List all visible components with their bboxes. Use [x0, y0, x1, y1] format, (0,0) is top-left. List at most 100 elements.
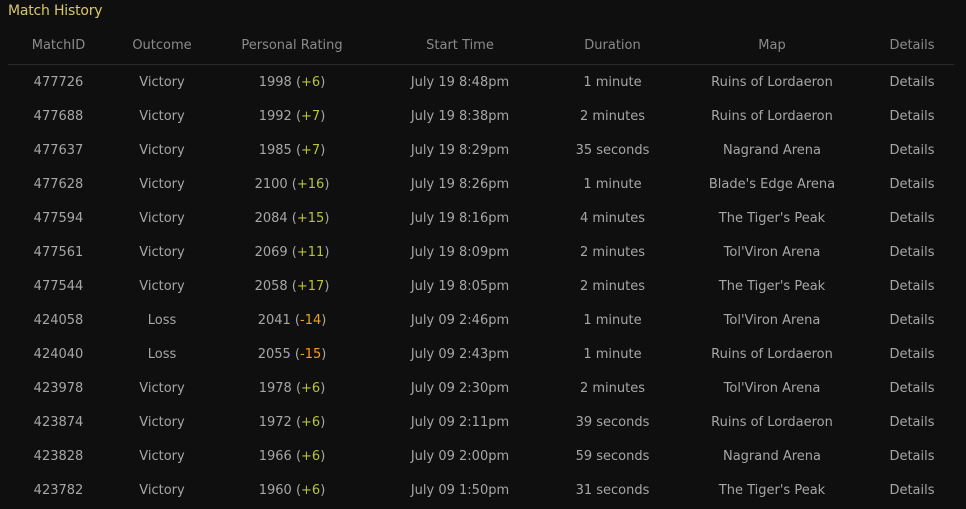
rating-value: 1992	[258, 108, 292, 124]
rating-change: +7	[301, 142, 321, 158]
column-header-outcome[interactable]: Outcome	[109, 38, 215, 53]
details-link[interactable]: Details	[870, 347, 954, 362]
rating-cell: 1978 (+6)	[258, 380, 326, 396]
duration-cell: 1 minute	[583, 176, 642, 192]
details-link[interactable]: Details	[870, 245, 954, 260]
column-header-map[interactable]: Map	[674, 38, 870, 53]
rating-change: +17	[296, 278, 325, 294]
rating-change: +6	[301, 482, 321, 498]
start-time-cell: July 09 2:43pm	[410, 346, 510, 362]
match-id-cell: 423828	[33, 448, 84, 464]
table-row: 477637 Victory 1985 (+7) July 19 8:29pm 35 s…	[8, 133, 954, 167]
column-header-details: Details	[889, 38, 935, 53]
column-header-duration[interactable]: Duration	[551, 38, 674, 53]
rating-value: 2058	[254, 278, 288, 294]
match-id-cell: 477594	[33, 210, 84, 226]
rating-change: -15	[300, 346, 322, 362]
duration-cell: 1 minute	[583, 312, 642, 328]
outcome-cell: Victory	[139, 448, 185, 464]
map-cell: Ruins of Lordaeron	[711, 414, 833, 430]
table-row: 424040 Loss 2055 (-15) July 09 2:43pm 1 minu…	[8, 337, 954, 371]
details-link[interactable]: Details	[870, 279, 954, 294]
table-row: 423978 Victory 1978 (+6) July 09 2:30pm 2 mi…	[8, 371, 954, 405]
rating-change: +6	[301, 414, 321, 430]
details-link[interactable]: Details	[870, 109, 954, 124]
column-header-rating[interactable]: Personal Rating	[215, 38, 369, 53]
match-id-cell: 477544	[33, 278, 84, 294]
table-row: 477688 Victory 1992 (+7) July 19 8:38pm 2 mi…	[8, 99, 954, 133]
map-cell: The Tiger's Peak	[718, 482, 826, 498]
outcome-cell: Victory	[139, 142, 185, 158]
rating-value: 2041	[257, 312, 291, 328]
match-id-cell: 424058	[33, 312, 84, 328]
start-time-cell: July 19 8:09pm	[410, 244, 510, 260]
rating-cell: 1966 (+6)	[258, 448, 326, 464]
match-id-cell: 424040	[33, 346, 84, 362]
start-time-cell: July 19 8:48pm	[410, 74, 510, 90]
rating-cell: 2058 (+17)	[254, 278, 330, 294]
outcome-cell: Victory	[139, 176, 185, 192]
duration-cell: 2 minutes	[579, 244, 646, 260]
rating-value: 2084	[254, 210, 288, 226]
start-time-cell: July 19 8:05pm	[410, 278, 510, 294]
start-time-cell: July 09 1:50pm	[410, 482, 510, 498]
map-cell: The Tiger's Peak	[718, 210, 826, 226]
rating-cell: 2041 (-14)	[257, 312, 327, 328]
duration-cell: 2 minutes	[579, 278, 646, 294]
rating-cell: 1960 (+6)	[258, 482, 326, 498]
rating-cell: 2084 (+15)	[254, 210, 330, 226]
details-link[interactable]: Details	[870, 211, 954, 226]
duration-cell: 59 seconds	[575, 448, 650, 464]
table-body: 477726 Victory 1998 (+6) July 19 8:48pm 1 mi…	[8, 65, 954, 507]
start-time-cell: July 09 2:30pm	[410, 380, 510, 396]
rating-change: -14	[300, 312, 322, 328]
details-link[interactable]: Details	[870, 381, 954, 396]
page-title: Match History	[8, 3, 103, 19]
details-link[interactable]: Details	[870, 143, 954, 158]
outcome-cell: Victory	[139, 414, 185, 430]
duration-cell: 4 minutes	[579, 210, 646, 226]
rating-change: +6	[301, 74, 321, 90]
details-link[interactable]: Details	[870, 415, 954, 430]
table-header: MatchID Outcome Personal Rating Start Ti…	[8, 27, 954, 65]
rating-value: 1972	[258, 414, 292, 430]
match-id-cell: 477688	[33, 108, 84, 124]
map-cell: Tol'Viron Arena	[723, 380, 821, 396]
outcome-cell: Victory	[139, 244, 185, 260]
map-cell: Ruins of Lordaeron	[711, 74, 833, 90]
rating-change: +11	[296, 244, 325, 260]
map-cell: The Tiger's Peak	[718, 278, 826, 294]
duration-cell: 2 minutes	[579, 380, 646, 396]
rating-cell: 2069 (+11)	[254, 244, 330, 260]
details-link[interactable]: Details	[870, 483, 954, 498]
map-cell: Tol'Viron Arena	[723, 244, 821, 260]
column-header-start-time[interactable]: Start Time	[369, 38, 551, 53]
rating-change: +6	[301, 380, 321, 396]
table-row: 477594 Victory 2084 (+15) July 19 8:16pm 4 m…	[8, 201, 954, 235]
details-link[interactable]: Details	[870, 313, 954, 328]
map-cell: Nagrand Arena	[722, 142, 822, 158]
outcome-cell: Victory	[139, 74, 185, 90]
rating-value: 1960	[258, 482, 292, 498]
duration-cell: 31 seconds	[575, 482, 650, 498]
match-id-cell: 423874	[33, 414, 84, 430]
rating-cell: 1972 (+6)	[258, 414, 326, 430]
table-row: 423874 Victory 1972 (+6) July 09 2:11pm 39 s…	[8, 405, 954, 439]
rating-cell: 2055 (-15)	[257, 346, 327, 362]
details-link[interactable]: Details	[870, 177, 954, 192]
map-cell: Blade's Edge Arena	[708, 176, 836, 192]
column-header-match-id[interactable]: MatchID	[8, 38, 109, 53]
map-cell: Tol'Viron Arena	[723, 312, 821, 328]
rating-change: +6	[301, 448, 321, 464]
table-row: 424058 Loss 2041 (-14) July 09 2:46pm 1 minu…	[8, 303, 954, 337]
outcome-cell: Loss	[147, 346, 177, 362]
rating-value: 1998	[258, 74, 292, 90]
rating-cell: 2100 (+16)	[254, 176, 330, 192]
match-id-cell: 423978	[33, 380, 84, 396]
start-time-cell: July 09 2:46pm	[410, 312, 510, 328]
details-link[interactable]: Details	[870, 449, 954, 464]
outcome-cell: Victory	[139, 278, 185, 294]
rating-change: +16	[296, 176, 325, 192]
rating-cell: 1998 (+6)	[258, 74, 326, 90]
details-link[interactable]: Details	[870, 75, 954, 90]
